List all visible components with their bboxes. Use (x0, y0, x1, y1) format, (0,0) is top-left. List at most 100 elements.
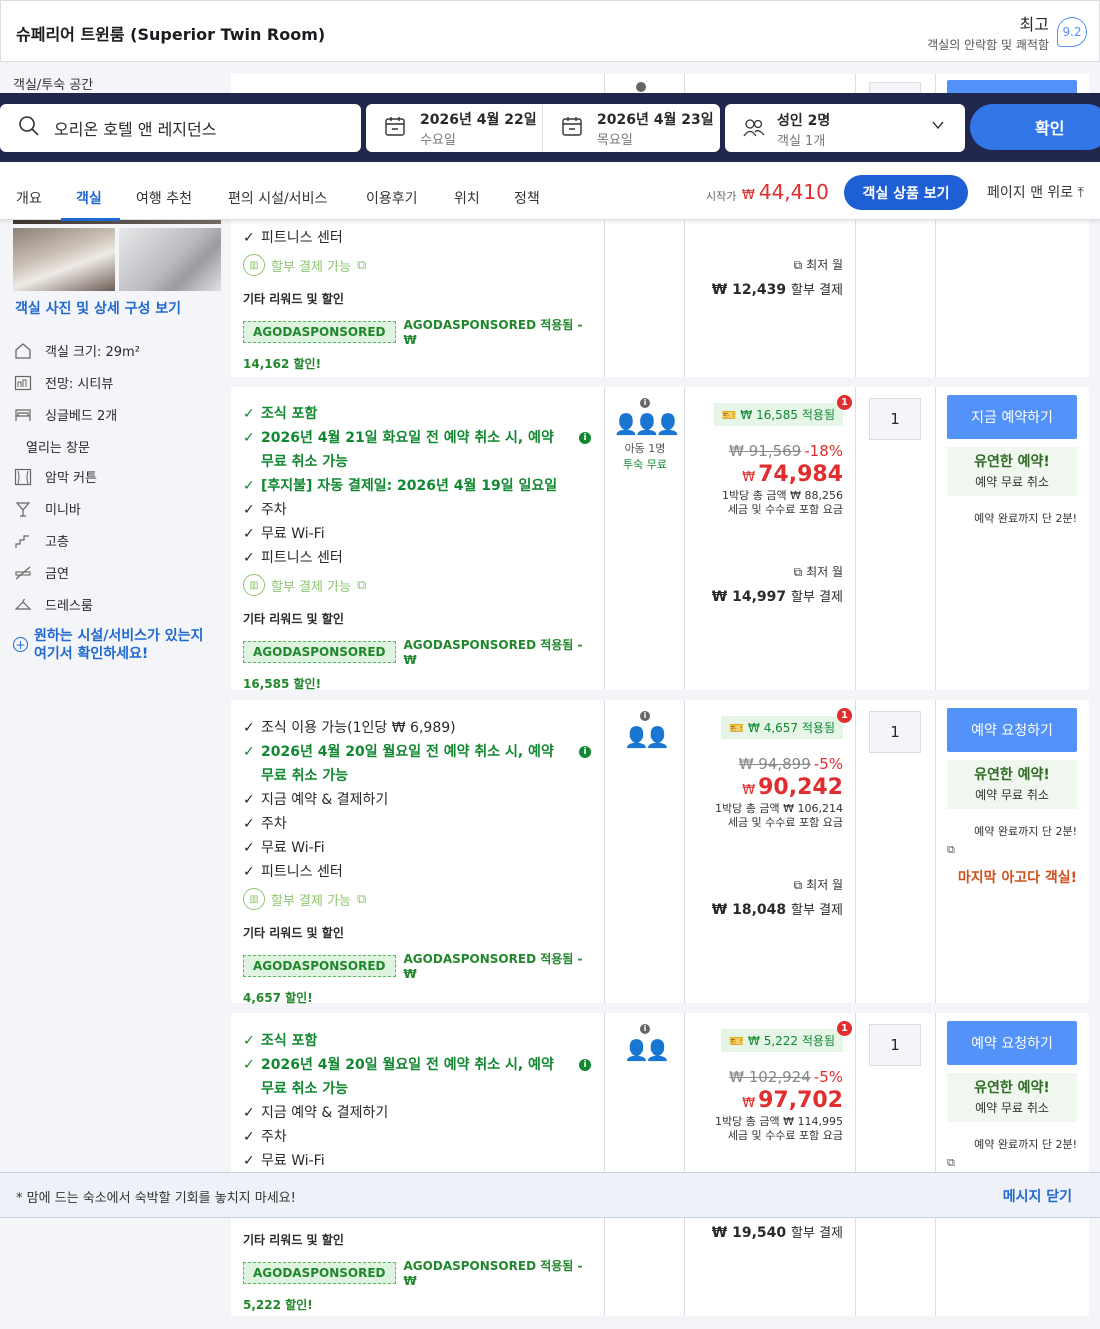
checkout-field[interactable]: 2026년 4월 23일 목요일 (561, 104, 714, 152)
external-link-icon[interactable]: ⧉ (947, 1156, 1077, 1170)
night-total: 1박당 총 금액 ₩ 106,214 세금 및 수수료 포함 요금 (715, 802, 843, 829)
bed-icon (13, 406, 33, 424)
installment-icon: ▥ (243, 254, 265, 276)
info-icon[interactable]: i (640, 711, 650, 721)
rating-subtitle: 객실의 안락함 및 쾌적함 (927, 38, 1049, 52)
book-now-button[interactable]: 지금 예약하기 (947, 395, 1077, 439)
amenity-non-smoking: 금연 (13, 563, 69, 582)
tab-recommendations[interactable]: 여행 추천 (136, 188, 192, 208)
request-booking-button[interactable]: 예약 요청하기 (947, 708, 1077, 752)
info-icon[interactable]: i (640, 1024, 650, 1034)
final-price: ₩74,984 (742, 462, 843, 487)
offer-price: 🎫 ₩ 16,585 적용됨 1 ₩ 91,569 -18% ₩74,984 1박당… (685, 395, 855, 605)
final-price: ₩97,702 (742, 1088, 843, 1113)
flexible-booking: 유연한 예약! 예약 무료 취소 (947, 760, 1077, 809)
other-rewards-title: 기타 리워드 및 할인 (243, 926, 344, 940)
installment-badge[interactable]: ▥ 할부 결제 가능 ⧉ (243, 254, 593, 276)
room-photo-thumb[interactable] (13, 228, 115, 291)
calendar-icon: ⧉ (793, 565, 807, 579)
sponsor-tag: AGODASPONSORED (243, 640, 396, 663)
info-icon[interactable]: i (579, 746, 591, 758)
view-rooms-button[interactable]: 객실 상품 보기 (844, 175, 968, 210)
benefit-item: 지금 예약 & 결제하기 (243, 1101, 593, 1125)
original-price: ₩ 102,924 -5% (729, 1068, 843, 1086)
other-rewards-title: 기타 리워드 및 할인 (243, 292, 344, 306)
room-photos-link[interactable]: 객실 사진 및 상세 구성 보기 (15, 298, 181, 318)
flexible-booking: 유연한 예약! 예약 무료 취소 (947, 1073, 1077, 1122)
find-amenities-link[interactable]: + 원하는 시설/서비스가 있는지 여기서 확인하세요! (13, 627, 219, 663)
external-link-icon: ⧉ (357, 577, 367, 593)
sponsor-tag: AGODASPONSORED (243, 320, 396, 343)
benefit-item: 조식 이용 가능(1인당 ₩ 6,989) (243, 716, 593, 740)
people-icon: 👤👤 (624, 1038, 670, 1062)
amenity-room-size: 객실 크기: 29m² (13, 341, 140, 360)
guests-field[interactable]: 성인 2명 객실 1개 (725, 104, 965, 152)
date-picker[interactable]: 2026년 4월 22일 수요일 2026년 4월 23일 목요일 (366, 104, 720, 152)
destination-field[interactable]: 오리온 호텔 앤 레지던스 (0, 104, 361, 152)
calendar-icon (384, 115, 406, 141)
info-icon[interactable]: i (640, 398, 650, 408)
sponsor-amount: 5,222 할인! (243, 1298, 313, 1312)
section-label: 객실/투숙 공간 (13, 78, 94, 93)
tab-policy[interactable]: 정책 (514, 188, 540, 208)
discount-badge[interactable]: 🎫 ₩ 16,585 적용됨 1 (713, 395, 852, 426)
people-icon: 👤👤 (624, 725, 670, 749)
book-column: 예약 요청하기 유연한 예약! 예약 무료 취소 예약 완료까지 단 2분! ⧉… (947, 708, 1077, 887)
no-smoking-icon (13, 564, 33, 582)
room-photos[interactable] (13, 210, 221, 292)
amenity-beds: 싱글베드 2개 (13, 405, 117, 424)
arrow-up-icon: ⤒ (1077, 185, 1084, 201)
quantity-select[interactable]: 1 (869, 711, 921, 753)
sponsor-row: AGODASPONSORED AGODASPONSORED 적용됨 - ₩ (243, 1257, 593, 1288)
monthly-installment: ₩ 14,997 할부 결제 (711, 589, 843, 605)
room-sidebar: 객실/투숙 공간 객실 사진 및 상세 구성 보기 객실 크기: 29m² 전망… (0, 62, 230, 1329)
room-rating[interactable]: 최고 객실의 안락함 및 쾌적함 9.2 (927, 11, 1087, 53)
installment-badge[interactable]: ▥ 할부 결제 가능 ⧉ (243, 574, 593, 596)
monthly-label: ⧉ 최저 월 (793, 258, 843, 272)
coupon-icon: 🎫 (729, 1033, 749, 1048)
quantity-select[interactable]: 1 (869, 1024, 921, 1066)
amenity-minibar: 미니바 (13, 499, 81, 518)
final-price: ₩90,242 (742, 775, 843, 800)
offer-benefits: 조식 포함 2026년 4월 21일 화요일 전 예약 취소 시, 예약 무료 … (243, 402, 593, 692)
chevron-down-icon (931, 118, 945, 136)
sponsor-tag: AGODASPONSORED (243, 1261, 396, 1284)
booking-time-note: 예약 완료까지 단 2분! (974, 1138, 1077, 1151)
tab-reviews[interactable]: 이용후기 (366, 188, 418, 208)
info-icon[interactable]: i (579, 1059, 591, 1071)
sponsor-text: AGODASPONSORED 적용됨 - ₩ (403, 952, 583, 981)
request-booking-button[interactable]: 예약 요청하기 (947, 1021, 1077, 1065)
close-banner-button[interactable]: 메시지 닫기 (1003, 1186, 1072, 1206)
monthly-label: ⧉ 최저 월 (793, 565, 843, 579)
confirm-search-button[interactable]: 확인 (970, 104, 1100, 150)
occupancy: i 👤👤 (605, 711, 685, 749)
external-link-icon[interactable]: ⧉ (947, 843, 1077, 857)
benefit-item: 조식 포함 (243, 402, 593, 426)
tab-location[interactable]: 위치 (454, 188, 480, 208)
info-icon[interactable] (636, 82, 646, 92)
external-link-icon: ⧉ (357, 257, 367, 273)
back-to-top-link[interactable]: 페이지 맨 위로 ⤒ (987, 182, 1084, 202)
sponsor-row: AGODASPONSORED AGODASPONSORED 적용됨 - ₩ (243, 316, 593, 347)
search-icon (18, 115, 40, 141)
discount-badge[interactable]: 🎫 ₩ 5,222 적용됨 1 (721, 1021, 852, 1052)
discount-badge[interactable]: 🎫 ₩ 4,657 적용됨 1 (721, 708, 852, 739)
benefit-item: 주차 (243, 1125, 593, 1149)
checkin-field[interactable]: 2026년 4월 22일 수요일 (384, 104, 537, 152)
installment-icon: ▥ (243, 574, 265, 596)
installment-badge[interactable]: ▥ 할부 결제 가능 ⧉ (243, 888, 593, 910)
info-icon[interactable]: i (579, 432, 591, 444)
sponsor-tag: AGODASPONSORED (243, 954, 396, 977)
book-column: 지금 예약하기 유연한 예약! 예약 무료 취소 예약 완료까지 단 2분! (947, 395, 1077, 526)
offer-benefits: 조식 포함 2026년 4월 20일 월요일 전 예약 취소 시, 예약 무료 … (243, 1029, 593, 1173)
quantity-select[interactable]: 1 (869, 398, 921, 440)
offer-rewards: 기타 리워드 및 할인 AGODASPONSORED AGODASPONSORE… (243, 1231, 593, 1313)
room-photo-thumb[interactable] (119, 228, 221, 291)
curtain-icon (13, 468, 33, 486)
benefit-item: 피트니스 센터 (243, 860, 593, 884)
monthly-installment: ₩ 12,439 할부 결제 (711, 282, 843, 298)
tab-overview[interactable]: 개요 (16, 188, 42, 208)
minibar-icon (13, 500, 33, 518)
tab-rooms[interactable]: 객실 (76, 188, 102, 208)
tab-facilities[interactable]: 편의 시설/서비스 (228, 188, 327, 208)
